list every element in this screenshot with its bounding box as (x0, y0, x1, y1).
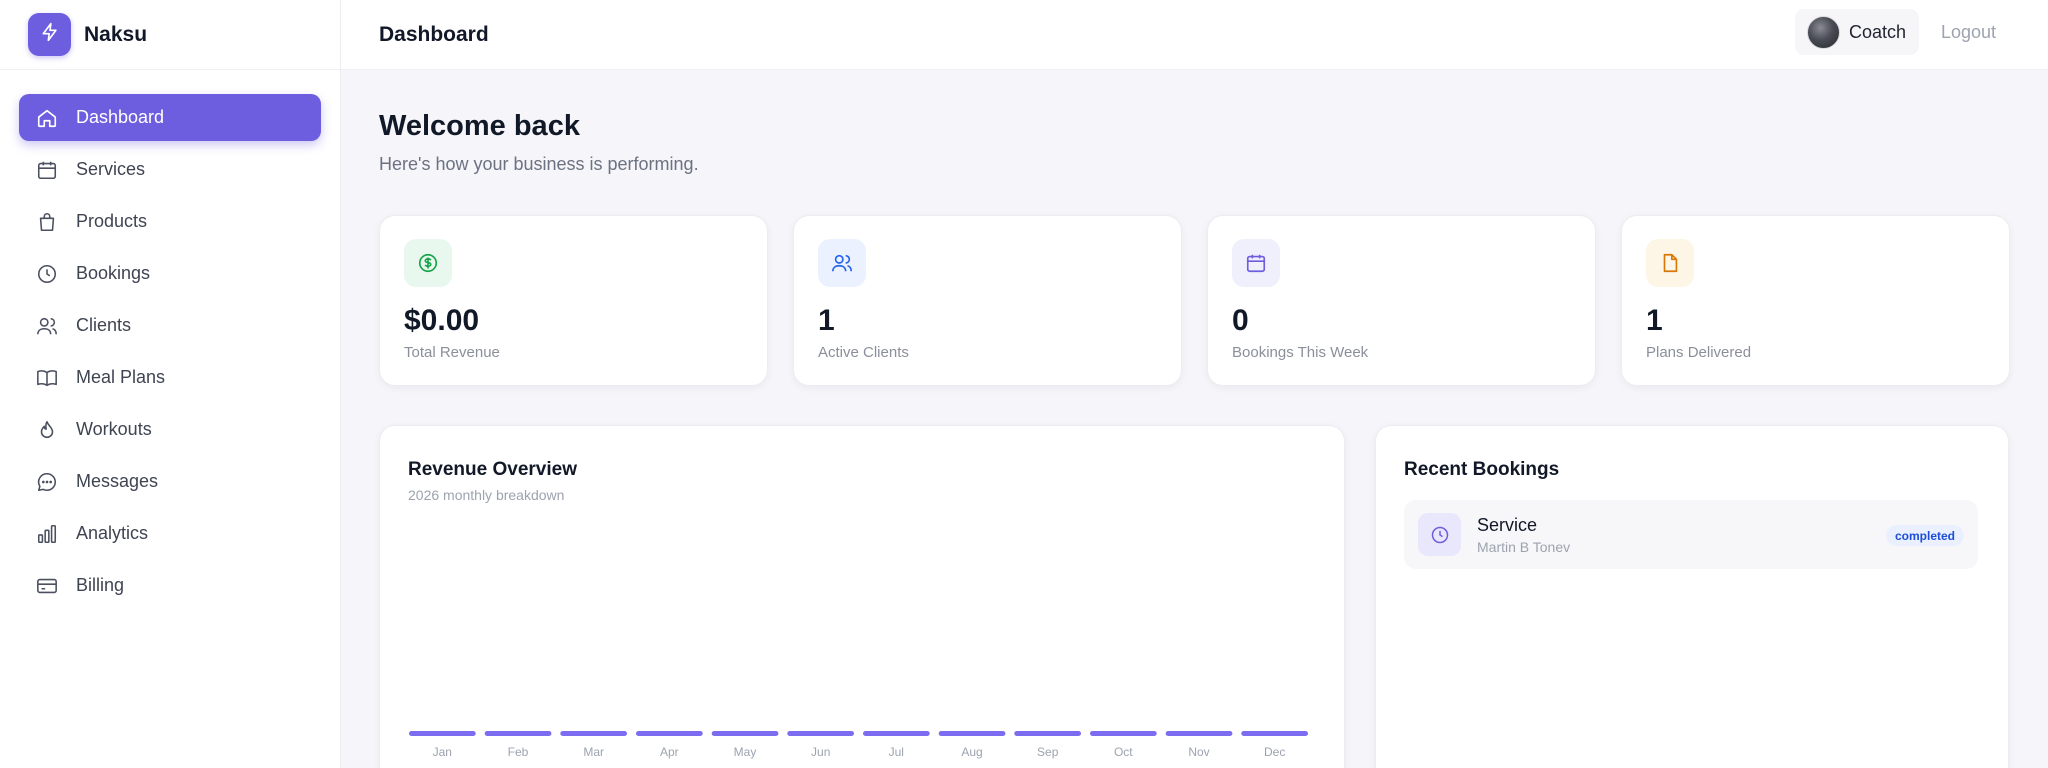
bolt-icon (40, 22, 60, 47)
users-icon (36, 315, 58, 337)
book-icon (36, 367, 58, 389)
shopping-bag-icon (36, 211, 58, 233)
bar-nov (1165, 731, 1233, 736)
tick-label-feb: Feb (508, 745, 529, 759)
bar-chart-icon (36, 523, 58, 545)
bar-aug (938, 731, 1006, 736)
topbar: Dashboard Coatch Logout (341, 0, 2048, 70)
user-name: Coatch (1849, 21, 1907, 42)
flame-icon (36, 419, 58, 441)
tick-label-jan: Jan (433, 745, 452, 759)
logout-button[interactable]: Logout (1941, 22, 1996, 43)
recent-bookings-panel: Recent Bookings Service Martin B Tonev c… (1375, 425, 2009, 768)
bar-apr (636, 731, 703, 736)
sidebar-item-billing[interactable]: Billing (19, 562, 321, 609)
sidebar-item-dashboard[interactable]: Dashboard (19, 94, 321, 141)
avatar (1807, 15, 1840, 49)
document-icon (1646, 239, 1694, 287)
message-icon (36, 471, 58, 493)
bar-dec (1241, 731, 1308, 736)
sidebar-item-label: Bookings (76, 263, 151, 283)
stat-value: 1 (1646, 304, 1663, 337)
tick-label-sep: Sep (1037, 745, 1059, 759)
stat-label: Active Clients (818, 344, 909, 361)
booking-client: Martin B Tonev (1477, 538, 1571, 555)
bar-mar (560, 731, 627, 736)
stat-label: Bookings This Week (1232, 344, 1369, 361)
bar-jul (863, 731, 930, 736)
bar-sep (1014, 731, 1081, 736)
tick-label-mar: Mar (583, 745, 604, 759)
users-icon (818, 239, 866, 287)
page-title: Dashboard (379, 22, 489, 46)
bar-jan (409, 731, 476, 736)
brand: Naksu (0, 0, 340, 70)
brand-name: Naksu (84, 22, 148, 46)
sidebar-item-label: Messages (76, 471, 159, 491)
panel-title: Recent Bookings (1404, 459, 1560, 480)
bar-oct (1090, 731, 1157, 736)
stat-label: Total Revenue (404, 344, 500, 361)
stat-value: $0.00 (404, 304, 480, 337)
tick-label-dec: Dec (1264, 745, 1285, 759)
sidebar-item-messages[interactable]: Messages (19, 458, 321, 505)
tick-label-nov: Nov (1188, 745, 1209, 759)
brand-logo[interactable] (28, 13, 71, 56)
clock-icon (36, 263, 58, 285)
sidebar-item-services[interactable]: Services (19, 146, 321, 193)
sidebar-item-label: Services (76, 159, 146, 179)
sidebar-item-label: Products (76, 211, 148, 231)
sidebar-nav: Dashboard Services Products Bookings Cli… (0, 70, 340, 609)
tick-label-jun: Jun (811, 745, 830, 759)
credit-card-icon (36, 575, 58, 597)
stat-card-plans: 1 Plans Delivered (1621, 215, 2010, 386)
revenue-overview-panel: Revenue Overview 2026 monthly breakdown … (379, 425, 1345, 768)
sidebar-item-products[interactable]: Products (19, 198, 321, 245)
calendar-icon (36, 159, 58, 181)
sidebar-item-bookings[interactable]: Bookings (19, 250, 321, 297)
bar-jun (787, 731, 854, 736)
tick-label-aug: Aug (961, 745, 982, 759)
sidebar: Naksu Dashboard Services Products Bookin… (0, 0, 341, 768)
sidebar-item-meal-plans[interactable]: Meal Plans (19, 354, 321, 401)
sidebar-item-analytics[interactable]: Analytics (19, 510, 321, 557)
bar-feb (484, 731, 552, 736)
tick-label-jul: Jul (889, 745, 904, 759)
bar-may (711, 731, 779, 736)
stat-card-clients: 1 Active Clients (793, 215, 1182, 386)
stat-card-bookings: 0 Bookings This Week (1207, 215, 1596, 386)
sidebar-item-label: Analytics (76, 523, 149, 543)
tick-label-oct: Oct (1114, 745, 1133, 759)
sidebar-item-label: Clients (76, 315, 132, 335)
stat-label: Plans Delivered (1646, 344, 1752, 361)
tick-label-apr: Apr (660, 745, 679, 759)
sidebar-item-label: Dashboard (76, 107, 165, 127)
booking-row[interactable]: Service Martin B Tonev completed (1404, 500, 1978, 569)
dollar-icon (404, 239, 452, 287)
user-menu[interactable]: Coatch (1795, 9, 1919, 55)
stat-value: 0 (1232, 304, 1249, 337)
sidebar-item-label: Billing (76, 575, 125, 595)
calendar-icon (1232, 239, 1280, 287)
stat-card-revenue: $0.00 Total Revenue (379, 215, 768, 386)
clock-icon (1418, 513, 1461, 556)
revenue-chart: Jan Feb Mar Apr May Jun Jul Aug Sep Oct Nov Dec (409, 731, 1308, 759)
welcome-title: Welcome back (379, 110, 580, 142)
sidebar-item-label: Meal Plans (76, 367, 166, 387)
welcome-subtitle: Here's how your business is performing. (379, 154, 699, 174)
home-icon (36, 107, 58, 129)
sidebar-item-label: Workouts (76, 419, 152, 439)
booking-title: Service (1477, 514, 1538, 535)
tick-label-may: May (734, 745, 757, 759)
stat-value: 1 (818, 304, 835, 337)
sidebar-item-clients[interactable]: Clients (19, 302, 321, 349)
status-badge: completed (1885, 525, 1964, 546)
sidebar-item-workouts[interactable]: Workouts (19, 406, 321, 453)
